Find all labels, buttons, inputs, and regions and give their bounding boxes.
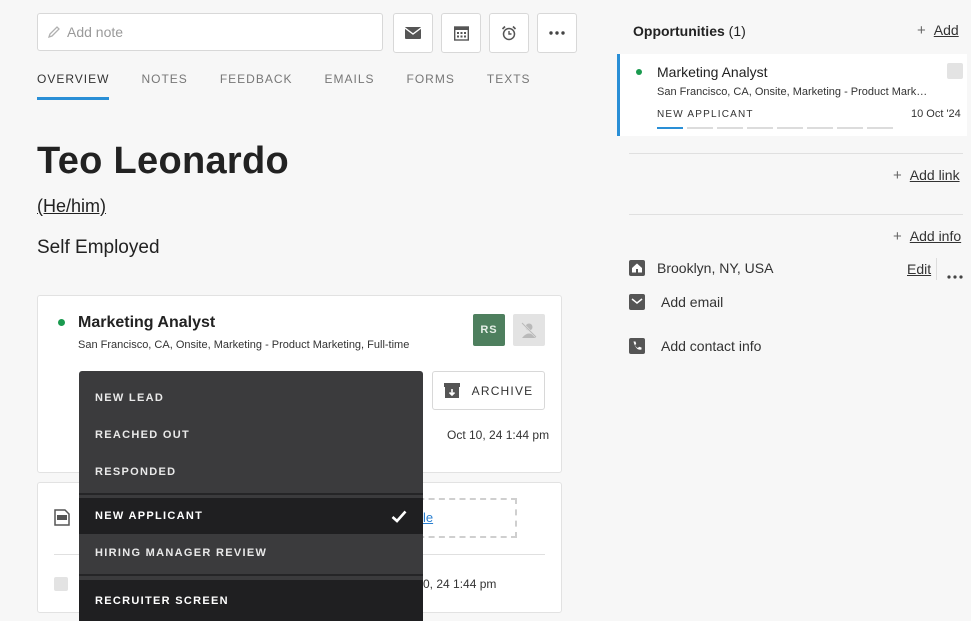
sidebar-opportunity-details: San Francisco, CA, Onsite, Marketing - P… bbox=[657, 86, 928, 98]
plus-icon: + bbox=[893, 167, 902, 184]
stage-option-responded[interactable]: RESPONDED bbox=[79, 454, 423, 490]
pdf-file-icon bbox=[54, 509, 70, 531]
edit-location-link[interactable]: Edit bbox=[907, 261, 931, 277]
stage-option-reached-out[interactable]: REACHED OUT bbox=[79, 417, 423, 453]
plus-icon: + bbox=[893, 228, 902, 245]
stage-option-hiring-manager-review[interactable]: HIRING MANAGER REVIEW bbox=[79, 535, 423, 571]
add-info-button[interactable]: + Add info bbox=[893, 228, 961, 245]
tab-texts[interactable]: TEXTS bbox=[487, 66, 531, 100]
envelope-icon bbox=[405, 27, 421, 39]
owner-avatar[interactable]: RS bbox=[473, 314, 505, 346]
add-contact-label: Add contact info bbox=[661, 338, 762, 354]
archive-box-icon bbox=[443, 383, 460, 398]
add-opportunity-label: Add bbox=[933, 22, 959, 38]
tab-emails[interactable]: EMAILS bbox=[325, 66, 375, 100]
status-dot bbox=[58, 319, 65, 326]
stage-progress-bar bbox=[657, 127, 893, 129]
envelope-icon bbox=[629, 294, 645, 310]
opportunities-count: (1) bbox=[728, 23, 746, 39]
progress-segment bbox=[867, 127, 893, 129]
stage-option-new-lead[interactable]: NEW LEAD bbox=[79, 380, 423, 416]
candidate-name: Teo Leonardo bbox=[37, 140, 290, 182]
sidebar-stage-label: NEW APPLICANT bbox=[657, 109, 754, 120]
reminder-button[interactable] bbox=[489, 13, 529, 53]
tab-forms[interactable]: FORMS bbox=[407, 66, 455, 100]
profile-tabs: OVERVIEW NOTES FEEDBACK EMAILS FORMS TEX… bbox=[37, 66, 563, 100]
calendar-icon bbox=[453, 26, 469, 41]
location-text: Brooklyn, NY, USA bbox=[657, 260, 774, 276]
sidebar-opportunity-title[interactable]: Marketing Analyst bbox=[657, 64, 768, 80]
progress-segment bbox=[717, 127, 743, 129]
opportunities-header: Opportunities (1) bbox=[633, 23, 746, 39]
more-actions-button[interactable] bbox=[537, 13, 577, 53]
add-info-label: Add info bbox=[909, 228, 962, 244]
progress-segment bbox=[807, 127, 833, 129]
ellipsis-icon bbox=[947, 275, 963, 279]
alarm-clock-icon bbox=[501, 25, 517, 41]
archive-button[interactable]: ARCHIVE bbox=[432, 371, 545, 410]
add-opportunity-button[interactable]: + Add bbox=[917, 22, 959, 39]
opportunity-timestamp: Oct 10, 24 1:44 pm bbox=[447, 428, 550, 442]
home-icon bbox=[629, 260, 645, 276]
file-user-avatar bbox=[54, 577, 68, 591]
add-note-placeholder: Add note bbox=[67, 24, 124, 40]
progress-segment bbox=[837, 127, 863, 129]
file-timestamp: 0, 24 1:44 pm bbox=[423, 577, 497, 591]
edit-divider bbox=[936, 258, 937, 280]
candidate-headline: Self Employed bbox=[37, 237, 160, 258]
stage-separator bbox=[79, 493, 423, 495]
ellipsis-icon bbox=[549, 31, 565, 35]
archive-label: ARCHIVE bbox=[471, 383, 534, 398]
schedule-button[interactable] bbox=[441, 13, 481, 53]
plus-icon: + bbox=[917, 22, 926, 39]
add-link-button[interactable]: + Add link bbox=[893, 167, 960, 184]
sidebar-divider bbox=[629, 214, 963, 215]
opportunities-title: Opportunities bbox=[633, 23, 725, 39]
tab-feedback[interactable]: FEEDBACK bbox=[220, 66, 293, 100]
email-button[interactable] bbox=[393, 13, 433, 53]
sidebar-opportunity-date: 10 Oct '24 bbox=[911, 108, 961, 120]
location-more-button[interactable] bbox=[947, 266, 963, 284]
location-row: Brooklyn, NY, USA bbox=[629, 260, 773, 276]
add-email-label: Add email bbox=[661, 294, 724, 310]
stage-option-recruiter-screen[interactable]: RECRUITER SCREEN bbox=[79, 580, 423, 621]
sidebar-status-dot bbox=[636, 69, 642, 75]
candidate-pronouns[interactable]: (He/him) bbox=[37, 196, 106, 217]
pencil-icon bbox=[47, 26, 60, 39]
stage-dropdown: NEW LEAD REACHED OUT RESPONDED NEW APPLI… bbox=[79, 371, 423, 621]
tab-notes[interactable]: NOTES bbox=[141, 66, 187, 100]
progress-segment bbox=[687, 127, 713, 129]
contact-row[interactable]: Add contact info bbox=[629, 338, 761, 354]
placeholder-avatar[interactable] bbox=[513, 314, 545, 346]
stage-option-label: NEW APPLICANT bbox=[95, 510, 204, 522]
stage-separator bbox=[79, 574, 423, 576]
progress-segment bbox=[777, 127, 803, 129]
sidebar-owner-avatar bbox=[947, 63, 963, 79]
opportunity-title[interactable]: Marketing Analyst bbox=[78, 314, 215, 332]
add-link-label: Add link bbox=[909, 167, 960, 183]
phone-icon bbox=[629, 338, 645, 354]
opportunity-details: San Francisco, CA, Onsite, Marketing - P… bbox=[78, 339, 410, 351]
upload-link[interactable]: le bbox=[423, 510, 433, 525]
sidebar-divider bbox=[629, 153, 963, 154]
stage-option-new-applicant[interactable]: NEW APPLICANT bbox=[79, 498, 423, 534]
progress-segment bbox=[657, 127, 683, 129]
add-note-input[interactable]: Add note bbox=[37, 13, 383, 51]
email-row[interactable]: Add email bbox=[629, 294, 723, 310]
progress-segment bbox=[747, 127, 773, 129]
checkmark-icon bbox=[391, 510, 407, 523]
user-slash-icon bbox=[521, 322, 537, 338]
tab-overview[interactable]: OVERVIEW bbox=[37, 66, 110, 100]
